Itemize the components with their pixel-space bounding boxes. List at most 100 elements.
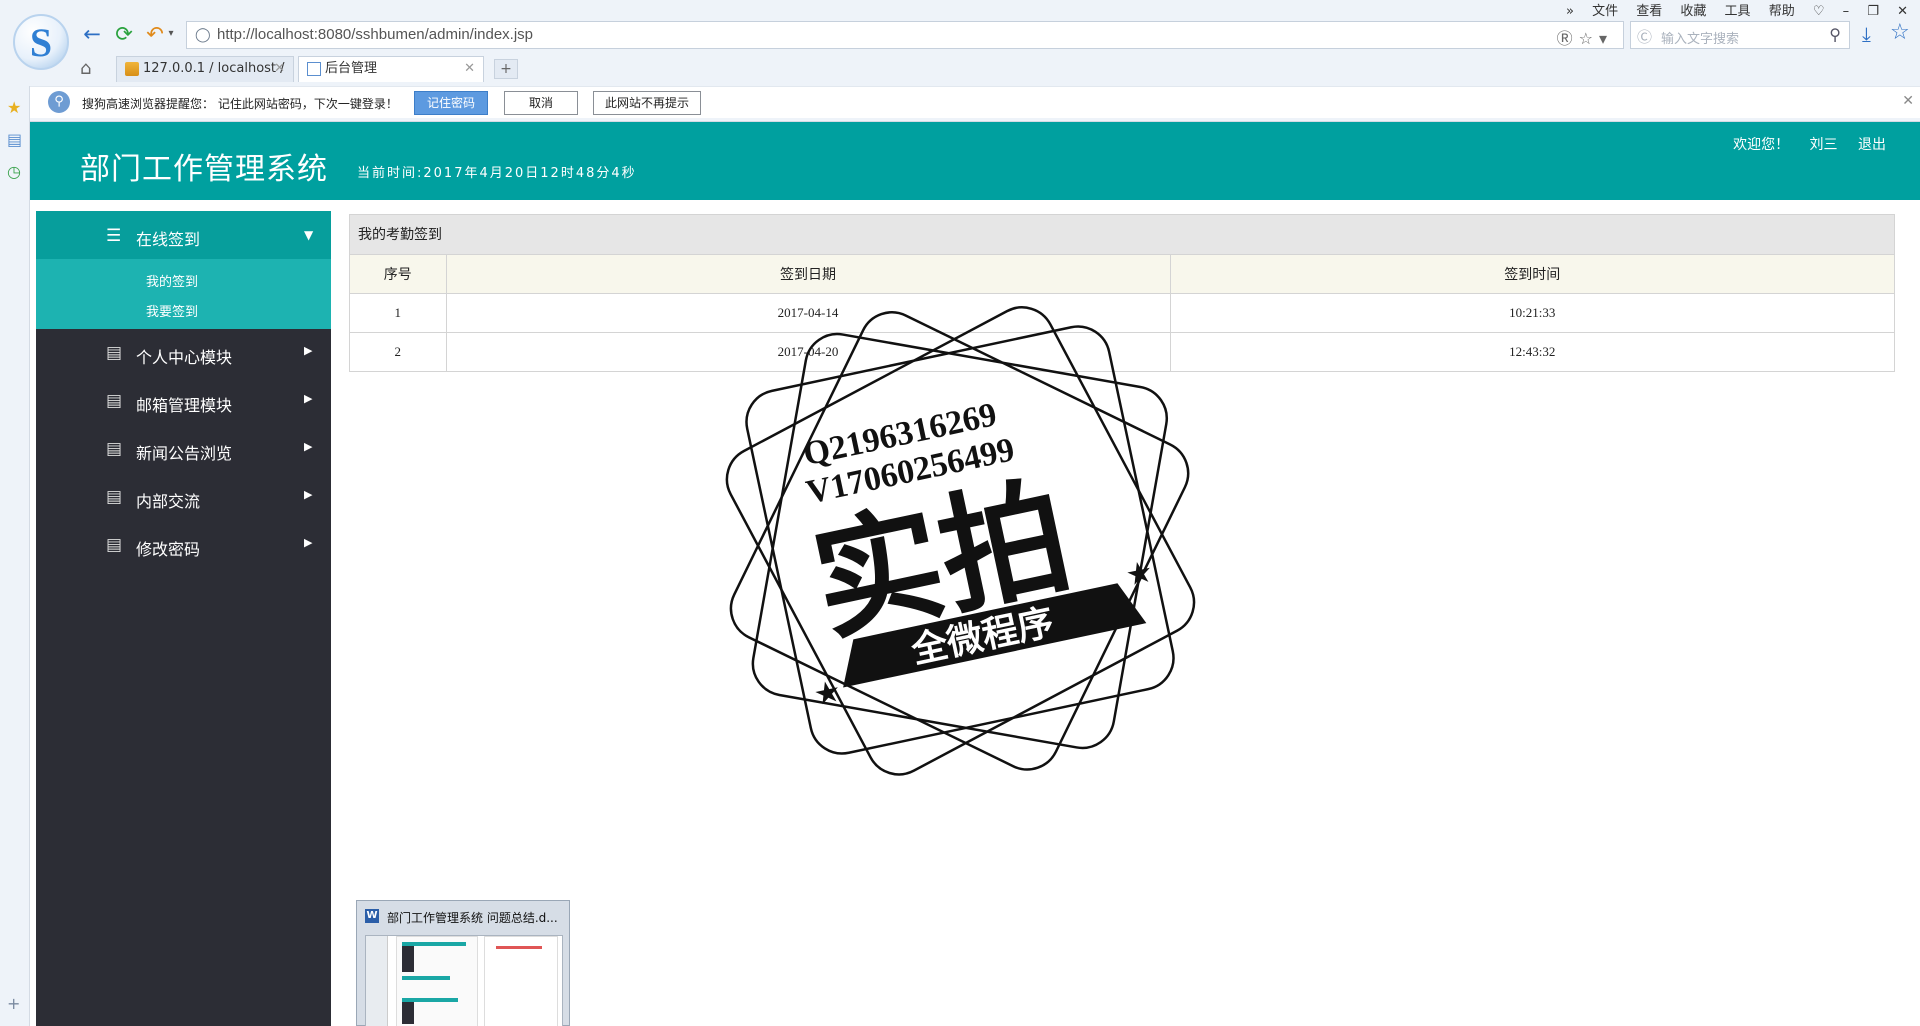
caret-right-icon: ▶: [304, 488, 313, 501]
sidebar-item-label: 邮箱管理模块: [136, 396, 233, 415]
close-tab-icon[interactable]: ✕: [274, 57, 285, 81]
page-title: 部门工作管理系统: [80, 152, 328, 187]
preview-title: 部门工作管理系统 问题总结.d...: [387, 911, 558, 925]
never-prompt-button[interactable]: 此网站不再提示: [593, 91, 701, 115]
taskbar-preview[interactable]: W 部门工作管理系统 问题总结.d...: [356, 900, 570, 1026]
url-text[interactable]: http://localhost:8080/sshbumen/admin/ind…: [217, 26, 533, 43]
logout-link[interactable]: 退出: [1858, 137, 1886, 153]
sidebar-item-mailbox[interactable]: ▤ 邮箱管理模块 ▶: [36, 377, 331, 425]
favorites-star-icon[interactable]: ☆: [1890, 20, 1910, 45]
sidebar-item-label: 在线签到: [136, 230, 201, 249]
submenu-my-checkin[interactable]: 我的签到: [146, 271, 198, 290]
download-icon[interactable]: ⤓: [1862, 22, 1871, 46]
search-icon[interactable]: ⚲: [1829, 25, 1841, 44]
sogou-search-icon: Ⓒ: [1637, 28, 1653, 46]
table-header-row: 序号 签到日期 签到时间: [350, 255, 1894, 294]
stamp-line2: V17060256499: [803, 431, 1018, 511]
notebook-icon: ▤: [106, 487, 123, 507]
notebook-icon: ▤: [106, 343, 123, 363]
close-tab-icon[interactable]: ✕: [464, 57, 475, 81]
password-save-bar: ⚲ 搜狗高速浏览器提醒您： 记住此网站密码，下次一键登录！ 记住密码 取消 此网…: [30, 86, 1920, 118]
sidebar-item-label: 新闻公告浏览: [136, 444, 233, 463]
add-sidebar-icon[interactable]: +: [7, 994, 20, 1013]
sidebar-item-internal[interactable]: ▤ 内部交流 ▶: [36, 473, 331, 521]
remember-password-button[interactable]: 记住密码: [414, 91, 488, 115]
restore-icon[interactable]: ❐: [1867, 4, 1879, 19]
user-info: 欢迎您！ 刘三 退出: [1717, 134, 1886, 154]
sidebar-item-personal[interactable]: ▤ 个人中心模块 ▶: [36, 329, 331, 377]
preview-thumbnail: [365, 935, 563, 1026]
address-bar[interactable]: ◯ http://localhost:8080/sshbumen/admin/i…: [186, 21, 1624, 49]
menu-tools[interactable]: 工具: [1725, 4, 1751, 19]
word-icon: W: [365, 909, 379, 923]
shield-icon: ◯: [195, 27, 211, 43]
username-link[interactable]: 刘三: [1810, 137, 1838, 153]
search-bar[interactable]: Ⓒ 输入文字搜索 ⚲: [1630, 21, 1850, 49]
notebook-icon: ▤: [106, 391, 123, 411]
chevron-down-icon[interactable]: ▾: [165, 22, 177, 46]
tab-admin[interactable]: 后台管理 ✕: [298, 56, 484, 82]
home-icon[interactable]: ⌂: [80, 58, 91, 79]
sidebar-item-news[interactable]: ▤ 新闻公告浏览 ▶: [36, 425, 331, 473]
sidebar-group-checkin: ☰ 在线签到 ▼ 我的签到 我要签到: [36, 211, 331, 329]
cancel-button[interactable]: 取消: [504, 91, 578, 115]
current-time: 当前时间:2017年4月20日12时48分4秒: [357, 166, 637, 181]
history-clock-icon[interactable]: ◷: [7, 162, 21, 181]
browser-menu: » 文件 查看 收藏 工具 帮助 ♡ – ❐ ✕: [1552, 0, 1908, 19]
stamp-star-icon: ★: [811, 673, 845, 713]
sidebar-item-password[interactable]: ▤ 修改密码 ▶: [36, 521, 331, 569]
menu-more-icon[interactable]: »: [1566, 4, 1574, 19]
table-row: 1 2017-04-14 10:21:33: [350, 293, 1894, 333]
stamp-main: 实拍: [801, 461, 1082, 660]
sidebar-item-label: 个人中心模块: [136, 348, 233, 367]
panel-title: 我的考勤签到: [350, 215, 1894, 255]
close-window-icon[interactable]: ✕: [1897, 4, 1908, 19]
app-sidebar: ☰ 在线签到 ▼ 我的签到 我要签到 ▤ 个人中心模块 ▶ ▤ 邮箱管理模块 ▶…: [36, 211, 331, 1026]
table-row: 2 2017-04-20 12:43:32: [350, 332, 1894, 372]
caret-right-icon: ▶: [304, 440, 313, 453]
menu-help[interactable]: 帮助: [1769, 4, 1795, 19]
caret-down-icon: ▼: [304, 228, 314, 242]
tab-phpmyadmin[interactable]: 127.0.0.1 / localhost / ✕: [116, 56, 294, 82]
notes-icon[interactable]: ▤: [7, 130, 22, 149]
table-cell: 2: [350, 332, 447, 372]
stamp-frame: [729, 311, 1190, 771]
sidebar-item-label: 内部交流: [136, 492, 201, 511]
sidebar-item-checkin[interactable]: ☰ 在线签到 ▼: [36, 211, 331, 259]
stack-icon: ☰: [106, 226, 122, 246]
new-tab-button[interactable]: +: [494, 59, 518, 79]
minimize-icon[interactable]: –: [1843, 4, 1850, 19]
sidebar-item-label: 修改密码: [136, 540, 201, 559]
caret-right-icon: ▶: [304, 536, 313, 549]
close-icon[interactable]: ✕: [1902, 93, 1914, 109]
stamp-frame: [725, 306, 1196, 776]
skin-icon[interactable]: ♡: [1813, 4, 1825, 19]
stamp-frame: [745, 325, 1175, 755]
watermark-stamp: Q2196316269 V17060256499 实拍 全微程序 ★ ★: [725, 306, 1196, 776]
menu-file[interactable]: 文件: [1592, 4, 1618, 19]
table-cell: 10:21:33: [1170, 293, 1894, 333]
search-input[interactable]: 输入文字搜索: [1661, 28, 1739, 47]
menu-view[interactable]: 查看: [1636, 4, 1662, 19]
notebook-icon: ▤: [106, 535, 123, 555]
stamp-star-icon: ★: [1123, 554, 1157, 594]
undo-icon[interactable]: ↶: [143, 22, 167, 46]
favorites-icon[interactable]: ★: [7, 98, 21, 117]
back-arrow-icon[interactable]: ←: [80, 22, 104, 46]
welcome-text: 欢迎您！: [1733, 137, 1790, 153]
table-cell: 2017-04-14: [446, 293, 1171, 333]
menu-favorites[interactable]: 收藏: [1680, 4, 1706, 19]
stamp-frame: [751, 332, 1169, 750]
pma-favicon-icon: [125, 62, 139, 76]
refresh-icon[interactable]: ⟳: [112, 22, 136, 46]
tab-label: 127.0.0.1 / localhost /: [143, 61, 285, 76]
notebook-icon: ▤: [106, 439, 123, 459]
attendance-panel: 我的考勤签到 序号 签到日期 签到时间 1 2017-04-14 10:21:3…: [349, 214, 1895, 372]
address-bar-actions[interactable]: Ⓡ☆▾: [1557, 25, 1613, 49]
table-cell: 1: [350, 293, 447, 333]
stamp-banner-text: 全微程序: [907, 601, 1058, 672]
column-header: 签到时间: [1170, 255, 1894, 294]
submenu-do-checkin[interactable]: 我要签到: [146, 301, 198, 320]
caret-right-icon: ▶: [304, 392, 313, 405]
attendance-table: 序号 签到日期 签到时间 1 2017-04-14 10:21:33 2 201…: [350, 255, 1894, 372]
